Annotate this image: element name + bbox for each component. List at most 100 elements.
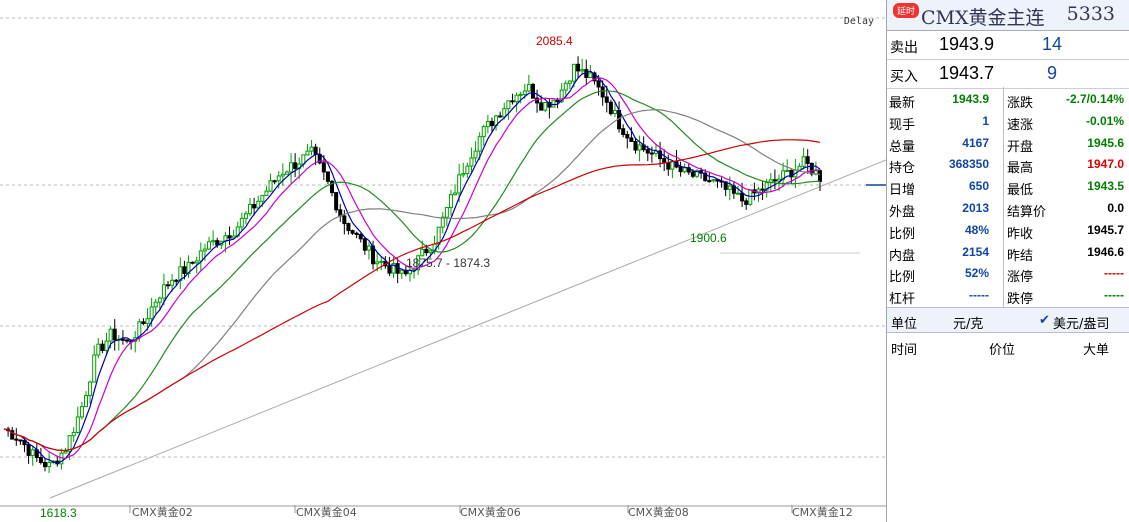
candle-body: [211, 240, 216, 243]
candle-body: [621, 128, 626, 135]
candle-body: [645, 149, 650, 154]
candle-body: [153, 301, 158, 308]
kline-chart[interactable]: Delay 2085.4 1618.3 1900.6 1875.7 - 1874…: [0, 0, 886, 522]
quote-value-2: -----: [1104, 266, 1124, 281]
candle-body: [334, 192, 339, 211]
candle-body: [526, 83, 531, 92]
quote-label: 持仓: [889, 161, 916, 177]
candle-body: [498, 115, 503, 118]
candle-body: [379, 260, 384, 263]
unit-check-icon: ✔: [1039, 312, 1050, 328]
candle-body: [530, 83, 535, 99]
candle-body: [198, 250, 203, 262]
quote-label: 最新: [889, 96, 916, 111]
quote-value-2: -2.7/0.14%: [1065, 92, 1124, 106]
quote-panel: 延时 CMX黄金主连 5333 卖出 1943.9 14 买入 1943.7 9…: [886, 0, 1129, 522]
quote-label-2: 速涨: [1007, 117, 1034, 133]
candle-body: [436, 226, 441, 245]
buy-row[interactable]: 买入 1943.7 9: [887, 60, 1129, 89]
unit-value[interactable]: 元/克: [953, 313, 983, 332]
ma-slow-line: [3, 109, 821, 452]
quote-row: 杠杆 ----- 跌停 -----: [887, 285, 1129, 307]
candle-body: [678, 166, 683, 173]
candle-body: [272, 180, 277, 183]
candle-body: [428, 250, 433, 254]
candle-body: [740, 192, 745, 202]
quote-label-2: 跌停: [1007, 292, 1034, 308]
unit-option[interactable]: 美元/盎司: [1053, 313, 1109, 332]
candle-body: [514, 94, 519, 103]
candle-body: [104, 340, 109, 351]
candle-body: [625, 133, 630, 139]
candle-body: [239, 217, 244, 228]
candle-body: [170, 279, 175, 286]
candle-body: [612, 110, 617, 115]
panel-header: 延时 CMX黄金主连 5333: [887, 0, 1129, 31]
candle-body: [469, 157, 474, 167]
candle-body: [346, 223, 351, 232]
quote-value: 2013: [962, 200, 989, 215]
candle-body: [563, 82, 568, 91]
col-time: 时间: [891, 342, 918, 358]
quote-value: 650: [968, 179, 989, 194]
candle-body: [805, 156, 810, 164]
buy-volume: 9: [1046, 63, 1057, 83]
candle-body: [735, 192, 740, 195]
quote-row: 比例 52% 涨停 -----: [887, 263, 1129, 285]
quote-label: 内盘: [889, 248, 916, 264]
sell-price: 1943.9: [939, 34, 995, 54]
candle-body: [120, 338, 125, 341]
x-label-2: CMX黄金04: [296, 506, 357, 519]
sell-volume: 14: [1041, 34, 1063, 54]
quote-value: 1: [982, 113, 989, 128]
candle-body: [588, 72, 593, 78]
candle-body: [506, 100, 511, 110]
candle-body: [268, 180, 273, 192]
candle-body: [289, 162, 294, 173]
candle-body: [145, 318, 150, 324]
instrument-title: CMX黄金主连: [921, 7, 1045, 29]
candle-body: [399, 269, 404, 274]
candle-body: [818, 170, 822, 182]
candle-body: [276, 175, 281, 182]
quote-value-2: -0.01%: [1085, 113, 1124, 128]
candle-body: [358, 233, 363, 240]
candle-body: [809, 162, 814, 175]
candle-body: [293, 162, 298, 169]
candle-body: [92, 354, 97, 383]
candle-body: [125, 339, 130, 342]
candle-body: [313, 146, 318, 155]
candle-body: [18, 439, 23, 442]
quote-label: 现手: [889, 117, 916, 133]
quote-row: 总量 4167 开盘 1945.6: [887, 133, 1129, 155]
candle-body: [424, 248, 429, 254]
candle-body: [662, 158, 667, 164]
trend-line: [49, 159, 886, 499]
quote-value-2: -----: [1104, 288, 1124, 303]
quote-label-2: 开盘: [1007, 139, 1034, 155]
local-low-annotation: 1900.6: [690, 231, 727, 245]
candle-body: [604, 96, 609, 103]
candle-body: [75, 416, 80, 433]
x-label-5: CMX黄金12: [792, 506, 853, 519]
candle-body: [682, 167, 687, 173]
quote-row: 最新 1943.9 涨跌 -2.7/0.14%: [887, 89, 1129, 111]
sell-row[interactable]: 卖出 1943.9 14: [887, 31, 1129, 60]
candle-body: [362, 238, 367, 251]
candle-body: [629, 137, 634, 142]
quote-label-2: 结算价: [1007, 204, 1047, 220]
candle-body: [539, 102, 544, 111]
candle-body: [260, 194, 265, 202]
candle-body: [96, 343, 101, 356]
quote-label-2: 昨收: [1007, 226, 1034, 242]
x-label-1: CMX黄金02: [132, 506, 193, 519]
trade-list-header: 时间 价位 大单: [887, 333, 1129, 358]
candle-body: [502, 108, 507, 118]
candle-body: [608, 101, 613, 115]
candle-body: [174, 279, 179, 282]
x-label-4: CMX黄金08: [628, 506, 689, 519]
candle-body: [776, 178, 781, 182]
candle-body: [461, 173, 466, 176]
candle-body: [666, 162, 671, 170]
quote-value-2: 1943.5: [1087, 179, 1124, 194]
